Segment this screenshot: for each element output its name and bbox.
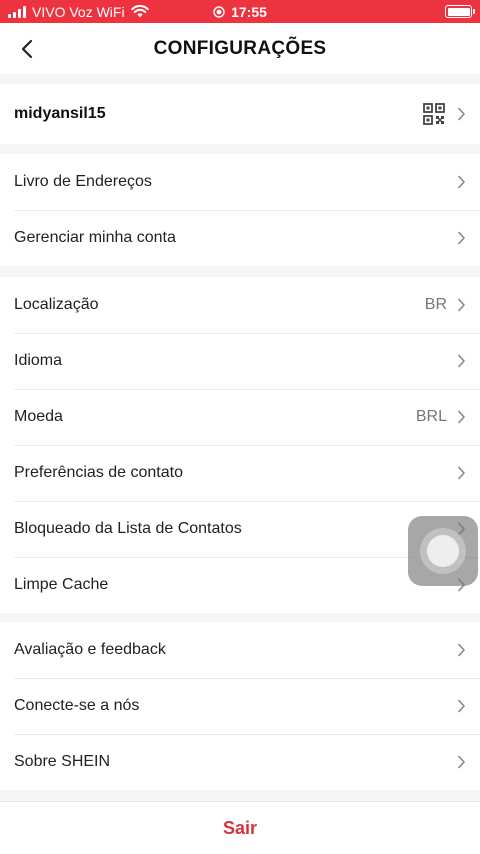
qr-code-icon[interactable] — [423, 103, 445, 125]
assistive-touch-button[interactable] — [408, 516, 478, 586]
row-label: Limpe Cache — [14, 576, 109, 593]
currency-row[interactable]: Moeda BRL — [0, 389, 480, 445]
chevron-right-icon — [458, 298, 465, 312]
chevron-right-icon — [458, 466, 465, 480]
status-bar: VIVO Voz WiFi 17:55 — [0, 0, 480, 23]
row-label: Bloqueado da Lista de Contatos — [14, 520, 242, 537]
row-label: Avaliação e feedback — [14, 641, 166, 658]
clock: 17:55 — [231, 3, 267, 20]
about-section: Avaliação e feedback Conecte-se a nós So… — [0, 622, 480, 790]
cellular-signal-icon — [8, 5, 26, 18]
language-row[interactable]: Idioma — [0, 333, 480, 389]
row-label: Gerenciar minha conta — [14, 229, 176, 246]
location-value: BR — [424, 296, 447, 313]
account-settings-section: Livro de Endereços Gerenciar minha conta — [0, 154, 480, 266]
carrier-label: VIVO Voz WiFi — [32, 3, 125, 20]
row-label: Moeda — [14, 408, 63, 425]
location-row[interactable]: Localização BR — [0, 277, 480, 333]
username-label: midyansil15 — [14, 105, 106, 122]
assistive-touch-ring — [420, 528, 466, 574]
row-label: Livro de Endereços — [14, 173, 152, 190]
chevron-right-icon — [458, 175, 465, 189]
row-label: Preferências de contato — [14, 464, 183, 481]
about-shein-row[interactable]: Sobre SHEIN — [0, 734, 480, 790]
chevron-right-icon — [458, 755, 465, 769]
chevron-right-icon — [458, 410, 465, 424]
chevron-left-icon — [21, 39, 33, 59]
currency-value: BRL — [415, 408, 447, 425]
logout-button[interactable]: Sair — [223, 818, 257, 839]
chevron-right-icon — [458, 107, 465, 121]
rating-feedback-row[interactable]: Avaliação e feedback — [0, 622, 480, 678]
address-book-row[interactable]: Livro de Endereços — [0, 154, 480, 210]
account-section: midyansil15 — [0, 84, 480, 144]
assistive-touch-dot — [427, 535, 459, 567]
logout-bar: Sair — [0, 801, 480, 854]
screen-record-icon — [213, 5, 225, 18]
contact-preferences-row[interactable]: Preferências de contato — [0, 445, 480, 501]
status-right — [445, 0, 475, 23]
wifi-icon — [130, 5, 149, 18]
account-profile-row[interactable]: midyansil15 — [0, 84, 480, 144]
row-label: Conecte-se a nós — [14, 697, 140, 714]
row-label: Idioma — [14, 352, 63, 369]
chevron-right-icon — [458, 699, 465, 713]
manage-account-row[interactable]: Gerenciar minha conta — [0, 210, 480, 266]
page-title: CONFIGURAÇÕES — [153, 37, 327, 59]
nav-header: CONFIGURAÇÕES — [0, 23, 480, 74]
row-label: Localização — [14, 296, 99, 313]
connect-with-us-row[interactable]: Conecte-se a nós — [0, 678, 480, 734]
chevron-right-icon — [458, 643, 465, 657]
row-label: Sobre SHEIN — [14, 753, 111, 770]
status-left: VIVO Voz WiFi — [8, 0, 149, 23]
battery-icon — [445, 5, 475, 18]
chevron-right-icon — [458, 231, 465, 245]
back-button[interactable] — [10, 33, 44, 65]
chevron-right-icon — [458, 354, 465, 368]
